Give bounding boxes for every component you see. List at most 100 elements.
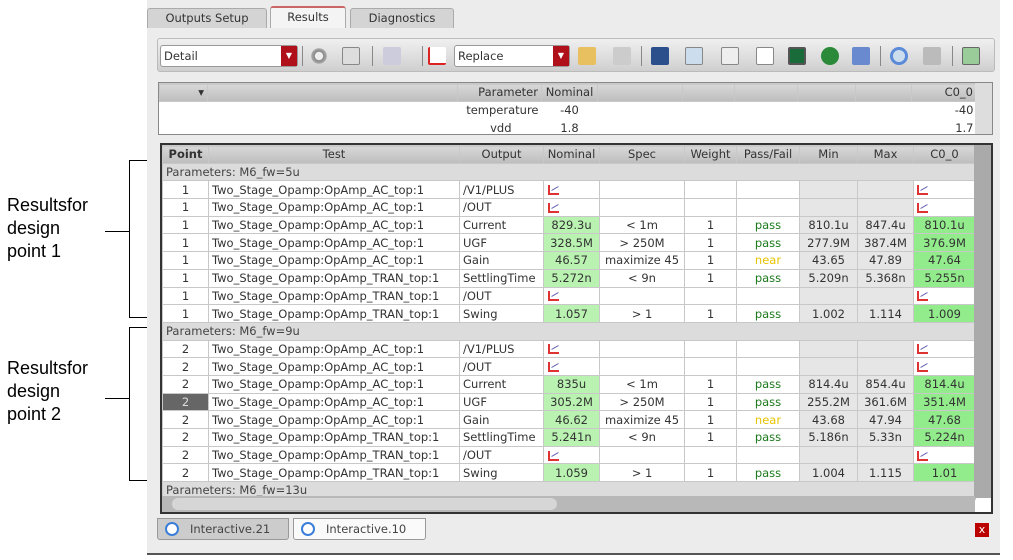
param-row[interactable]: vdd 1.8 1.7	[160, 119, 977, 137]
header-parameter[interactable]: Parameter	[457, 83, 542, 102]
export-icon[interactable]	[962, 47, 980, 65]
cell-max: 47.89	[857, 251, 914, 270]
header-c0[interactable]: C0_0	[911, 83, 977, 102]
column-menu[interactable]: ▾	[159, 83, 208, 102]
header-nominal[interactable]: Nominal	[541, 83, 598, 102]
cell-point: 2	[162, 392, 209, 412]
table-row[interactable]: 2 Two_Stage_Opamp:OpAmp_AC_top:1 UGF 305.2M…	[162, 392, 976, 412]
cell-nominal: 328.5M	[543, 233, 600, 253]
table-row[interactable]: 2 Two_Stage_Opamp:OpAmp_AC_top:1/OUT	[162, 357, 976, 376]
histogram-icon[interactable]	[613, 47, 631, 65]
new-document-icon[interactable]	[756, 47, 774, 65]
target-icon[interactable]	[890, 47, 908, 65]
separator	[422, 46, 423, 66]
cell-min	[799, 339, 858, 359]
bottom-tab-interactive-21[interactable]: Interactive.21	[157, 518, 289, 540]
header-spec[interactable]: Spec	[599, 145, 685, 164]
cell-test: Two_Stage_Opamp:OpAmp_AC_top:1	[208, 357, 460, 376]
header-pass-fail[interactable]: Pass/Fail	[736, 145, 800, 164]
cell-max	[857, 180, 914, 200]
plot-icon[interactable]	[548, 291, 559, 302]
group-row[interactable]: Parameters: M6_fw=9u	[162, 321, 976, 341]
header-point[interactable]: Point	[162, 145, 209, 164]
pass-fail-icon[interactable]	[685, 47, 703, 65]
cell-test: Two_Stage_Opamp:OpAmp_AC_top:1	[208, 251, 460, 270]
table-row[interactable]: 2 Two_Stage_Opamp:OpAmp_TRAN_top:1/OUT	[162, 445, 976, 465]
scrollbar-thumb[interactable]	[172, 498, 557, 510]
search-icon[interactable]	[721, 47, 739, 65]
table-row[interactable]: 2 Two_Stage_Opamp:OpAmp_AC_top:1 Current 83…	[162, 374, 976, 394]
table-row[interactable]: 1 Two_Stage_Opamp:OpAmp_TRAN_top:1 Swing 1.…	[162, 304, 976, 323]
table-row[interactable]: 2 Two_Stage_Opamp:OpAmp_AC_top:1 Gain 46.62…	[162, 410, 976, 429]
plot-icon[interactable]	[428, 47, 446, 65]
table-row[interactable]: 1 Two_Stage_Opamp:OpAmp_TRAN_top:1/OUT	[162, 286, 976, 306]
plot-icon[interactable]	[548, 450, 559, 461]
run-icon[interactable]	[821, 47, 839, 65]
cell-min: 1.004	[799, 463, 858, 483]
table-row[interactable]: 2 Two_Stage_Opamp:OpAmp_TRAN_top:1 Settlin…	[162, 428, 976, 447]
table-row[interactable]: 1 Two_Stage_Opamp:OpAmp_AC_top:1 UGF 328.5M…	[162, 233, 976, 253]
group-label: Parameters: M6_fw=9u	[162, 321, 976, 341]
database-icon[interactable]	[852, 47, 870, 65]
header-min[interactable]: Min	[799, 145, 858, 164]
tab-results[interactable]: Results	[270, 6, 346, 28]
plot-icon[interactable]	[917, 202, 928, 213]
settings-gear-icon[interactable]	[310, 47, 328, 65]
cell-test: Two_Stage_Opamp:OpAmp_TRAN_top:1	[208, 286, 460, 306]
vertical-scrollbar[interactable]	[974, 145, 991, 498]
columns-icon[interactable]	[342, 47, 360, 65]
cell-pass-fail: pass	[736, 428, 800, 447]
cell-output: /OUT	[459, 357, 544, 376]
cell-point: 1	[162, 198, 209, 217]
header-max[interactable]: Max	[857, 145, 914, 164]
table-row[interactable]: 2 Two_Stage_Opamp:OpAmp_TRAN_top:1 Swing 1.…	[162, 463, 976, 483]
cell-weight: 1	[684, 428, 737, 447]
table-row[interactable]: 1 Two_Stage_Opamp:OpAmp_TRAN_top:1 Settlin…	[162, 268, 976, 288]
param-row[interactable]: temperature -40 -40	[160, 101, 977, 119]
plot-icon[interactable]	[917, 450, 928, 461]
header-weight[interactable]: Weight	[684, 145, 737, 164]
vertical-scrollbar[interactable]	[975, 83, 992, 134]
cell-spec	[599, 198, 685, 217]
refresh-icon[interactable]	[383, 47, 401, 65]
plot-icon[interactable]	[917, 291, 928, 302]
table-row[interactable]: 1 Two_Stage_Opamp:OpAmp_AC_top:1 Gain 46.57…	[162, 251, 976, 270]
close-icon[interactable]: x	[975, 523, 989, 537]
plot-icon[interactable]	[917, 362, 928, 373]
table-row[interactable]: 1 Two_Stage_Opamp:OpAmp_AC_top:1/V1/PLUS	[162, 180, 976, 200]
cell-spec	[599, 339, 685, 359]
edit-icon[interactable]	[578, 47, 596, 65]
plot-icon[interactable]	[548, 344, 559, 355]
plot-icon[interactable]	[917, 185, 928, 196]
tab-diagnostics[interactable]: Diagnostics	[350, 8, 454, 28]
mode-select[interactable]: Replace ▼	[454, 45, 570, 67]
header-output[interactable]: Output	[459, 145, 544, 164]
bottom-tab-interactive-10[interactable]: Interactive.10	[293, 518, 426, 540]
group-row[interactable]: Parameters: M6_fw=5u	[162, 162, 976, 182]
cell-min: 814.4u	[799, 374, 858, 394]
header-nominal[interactable]: Nominal	[543, 145, 600, 164]
cell-min	[799, 357, 858, 376]
plot-icon[interactable]	[917, 344, 928, 355]
cell-test: Two_Stage_Opamp:OpAmp_AC_top:1	[208, 180, 460, 200]
view-select[interactable]: Detail ▼	[160, 45, 298, 67]
plot-icon[interactable]	[548, 202, 559, 213]
table-row[interactable]: 1 Two_Stage_Opamp:OpAmp_AC_top:1/OUT	[162, 198, 976, 217]
param-name: temperature	[466, 103, 539, 118]
chevron-down-icon: ▼	[281, 46, 297, 66]
table-row[interactable]: 1 Two_Stage_Opamp:OpAmp_AC_top:1 Current 82…	[162, 215, 976, 235]
plot-icon[interactable]	[548, 362, 559, 373]
monitor-icon[interactable]	[788, 47, 806, 65]
cell-min: 5.186n	[799, 428, 858, 447]
horizontal-scrollbar[interactable]	[162, 496, 975, 512]
header-test[interactable]: Test	[208, 145, 460, 164]
cell-point: 2	[162, 428, 209, 447]
save-icon[interactable]	[651, 47, 669, 65]
tab-label: Interactive.10	[326, 522, 407, 536]
table-row[interactable]: 2 Two_Stage_Opamp:OpAmp_AC_top:1/V1/PLUS	[162, 339, 976, 359]
header-c0[interactable]: C0_0	[913, 145, 976, 164]
plot-icon[interactable]	[548, 185, 559, 196]
tab-outputs-setup[interactable]: Outputs Setup	[147, 8, 267, 28]
tab-label: Interactive.21	[190, 522, 271, 536]
compare-icon[interactable]	[923, 47, 941, 65]
